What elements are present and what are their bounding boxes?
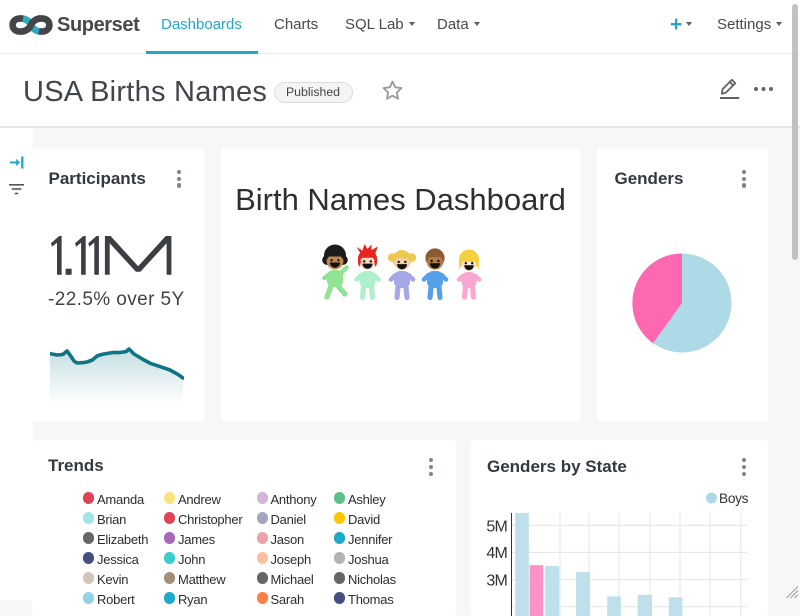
svg-text:4M: 4M [486, 545, 507, 562]
svg-text:5M: 5M [486, 519, 507, 536]
svg-text:3M: 3M [486, 573, 507, 590]
svg-text:Boys: Boys [719, 491, 749, 506]
